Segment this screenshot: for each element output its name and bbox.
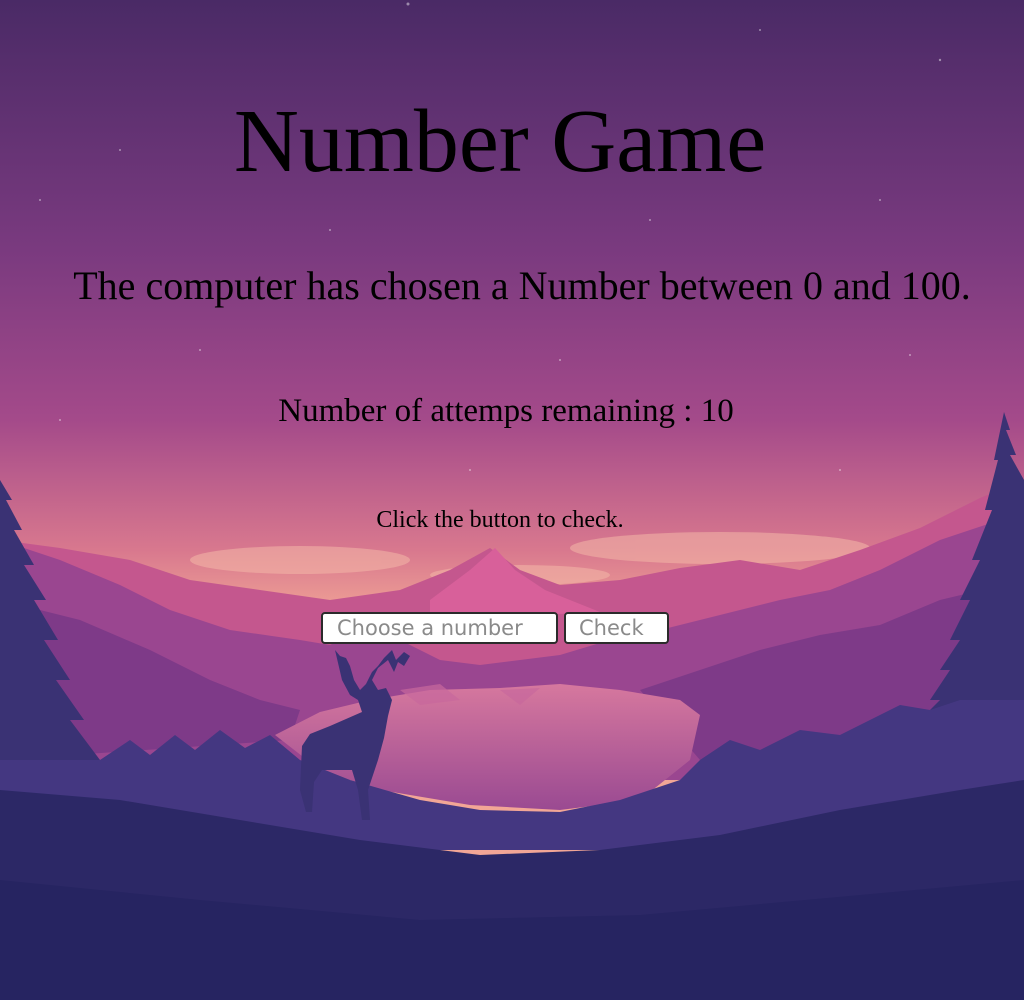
attempts-label: Number of attemps remaining :	[278, 393, 701, 429]
check-button[interactable]: Check	[564, 612, 669, 644]
game-intro-text: The computer has chosen a Number between…	[73, 263, 971, 308]
attempts-count: 10	[700, 393, 734, 429]
attempts-remaining-text: Number of attemps remaining : 10	[0, 392, 1012, 430]
page-title: Number Game	[233, 92, 767, 191]
instruction-text: Click the button to check.	[376, 507, 624, 533]
number-input[interactable]	[321, 612, 558, 644]
game-container: Number Game The computer has chosen a Nu…	[0, 0, 1024, 1000]
guess-form: Check	[321, 612, 669, 644]
